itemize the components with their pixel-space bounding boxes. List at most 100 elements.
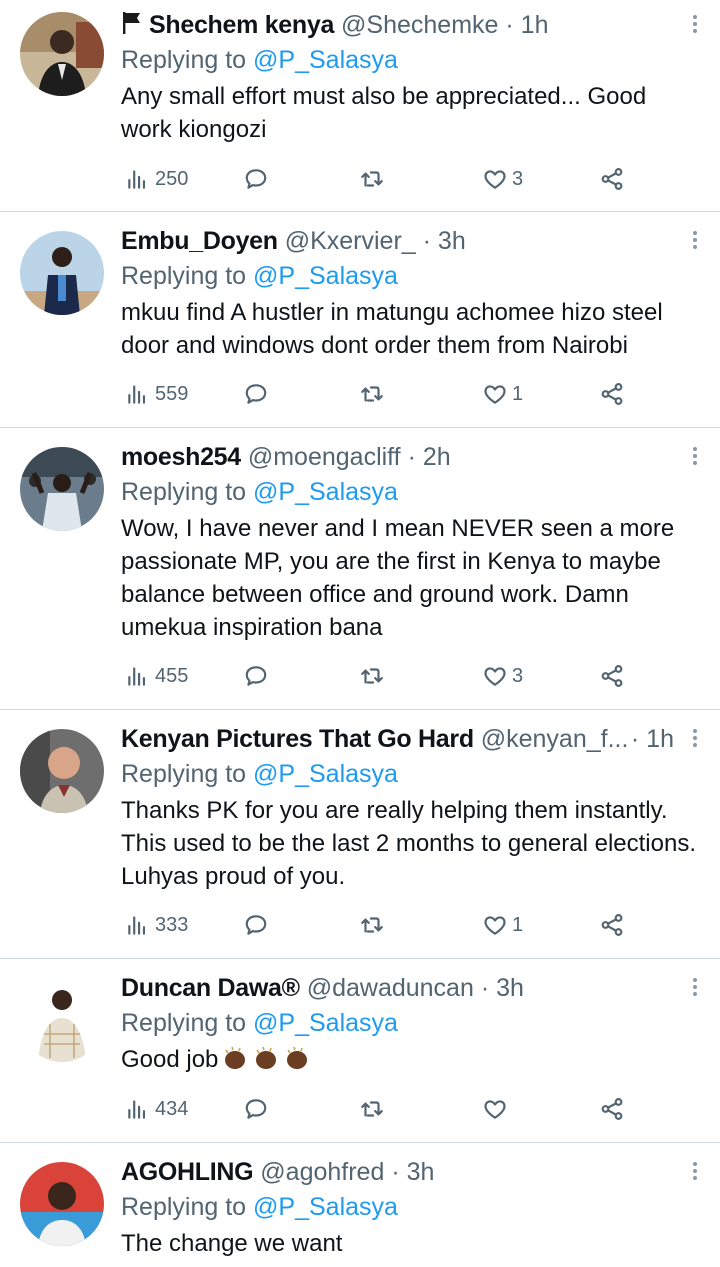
- clapping-hands-icon: [225, 1046, 246, 1069]
- handle[interactable]: @dawaduncan: [307, 974, 474, 1002]
- tweet-header: moesh254 @moengacliff · 2h: [121, 440, 700, 474]
- mention-link[interactable]: @P_Salasya: [253, 1193, 398, 1221]
- timestamp[interactable]: · 3h: [423, 227, 466, 255]
- reply-button[interactable]: [243, 1089, 269, 1129]
- views-button[interactable]: 434: [125, 1089, 188, 1129]
- tweet-header: Shechem kenya @Shechemke · 1h: [121, 8, 700, 42]
- like-count: 1: [512, 382, 524, 405]
- tweet-text: Wow, I have never and I mean NEVER seen …: [121, 515, 675, 641]
- reply-button[interactable]: [243, 656, 269, 696]
- tweet-text: Any small effort must also be appreciate…: [121, 83, 647, 143]
- like-button[interactable]: 3: [482, 159, 523, 199]
- reply-icon: [243, 381, 269, 407]
- views-icon: [125, 1096, 151, 1122]
- replying-to: Replying to @P_Salasya: [121, 1193, 398, 1221]
- handle[interactable]: @Shechemke: [341, 11, 498, 39]
- share-button[interactable]: [599, 374, 625, 414]
- reply-button[interactable]: [243, 159, 269, 199]
- tweet[interactable]: Kenyan Pictures That Go Hard @kenyan_f..…: [0, 710, 720, 959]
- handle[interactable]: @moengacliff: [248, 443, 401, 471]
- more-options-icon[interactable]: [690, 444, 700, 468]
- tweet-text-row: Good job: [121, 1043, 700, 1076]
- black-flag-icon: [123, 12, 140, 34]
- like-count: 3: [512, 664, 524, 687]
- views-count: 559: [155, 382, 189, 405]
- more-options-icon[interactable]: [690, 975, 700, 999]
- like-button[interactable]: 1: [482, 374, 523, 414]
- like-count: 3: [512, 167, 524, 190]
- display-name[interactable]: Kenyan Pictures That Go Hard: [121, 725, 474, 753]
- share-button[interactable]: [599, 656, 625, 696]
- avatar[interactable]: [20, 447, 104, 531]
- reply-button[interactable]: [243, 374, 269, 414]
- handle[interactable]: @Kxervier_: [285, 227, 416, 255]
- share-button[interactable]: [599, 905, 625, 945]
- heart-icon: [482, 1096, 508, 1122]
- replying-to: Replying to @P_Salasya: [121, 760, 398, 788]
- display-name[interactable]: moesh254: [121, 443, 241, 471]
- retweet-button[interactable]: [359, 905, 385, 945]
- replying-to: Replying to @P_Salasya: [121, 262, 398, 290]
- tweet-text: Good job: [121, 1046, 219, 1073]
- reply-button[interactable]: [243, 905, 269, 945]
- more-options-icon[interactable]: [690, 726, 700, 750]
- action-bar: 455 3: [121, 656, 700, 696]
- timestamp[interactable]: · 3h: [391, 1158, 434, 1186]
- tweet[interactable]: AGOHLING @agohfred · 3h Replying to @P_S…: [0, 1143, 720, 1267]
- mention-link[interactable]: @P_Salasya: [253, 46, 398, 74]
- views-count: 250: [155, 167, 189, 190]
- clapping-hands-icon: [287, 1046, 308, 1069]
- tweet[interactable]: Duncan Dawa® @dawaduncan · 3h Replying t…: [0, 959, 720, 1143]
- more-options-icon[interactable]: [690, 12, 700, 36]
- reply-icon: [243, 166, 269, 192]
- like-button[interactable]: 3: [482, 656, 523, 696]
- action-bar: 434: [121, 1089, 700, 1129]
- tweet[interactable]: moesh254 @moengacliff · 2h Replying to @…: [0, 428, 720, 710]
- timestamp[interactable]: · 1h: [505, 11, 548, 39]
- share-button[interactable]: [599, 1089, 625, 1129]
- avatar[interactable]: [20, 231, 104, 315]
- display-name[interactable]: Duncan Dawa®: [121, 974, 300, 1002]
- reply-icon: [243, 912, 269, 938]
- more-options-icon[interactable]: [690, 1159, 700, 1183]
- retweet-button[interactable]: [359, 159, 385, 199]
- mention-link[interactable]: @P_Salasya: [253, 262, 398, 290]
- share-icon: [599, 663, 625, 689]
- mention-link[interactable]: @P_Salasya: [253, 760, 398, 788]
- handle[interactable]: @agohfred: [260, 1158, 384, 1186]
- display-name[interactable]: Embu_Doyen: [121, 227, 278, 255]
- avatar[interactable]: [20, 729, 104, 813]
- views-icon: [125, 381, 151, 407]
- tweet-text: The change we want: [121, 1230, 343, 1257]
- avatar[interactable]: [20, 12, 104, 96]
- views-button[interactable]: 455: [125, 656, 188, 696]
- views-button[interactable]: 559: [125, 374, 188, 414]
- avatar[interactable]: [20, 978, 104, 1062]
- tweet[interactable]: Shechem kenya @Shechemke · 1h Replying t…: [0, 0, 720, 212]
- avatar[interactable]: [20, 1162, 104, 1246]
- like-button[interactable]: [482, 1089, 512, 1129]
- retweet-icon: [359, 663, 385, 689]
- timestamp[interactable]: · 1h: [631, 722, 674, 756]
- views-button[interactable]: 333: [125, 905, 188, 945]
- heart-icon: [482, 663, 508, 689]
- mention-link[interactable]: @P_Salasya: [253, 1009, 398, 1037]
- share-button[interactable]: [599, 159, 625, 199]
- retweet-icon: [359, 166, 385, 192]
- views-button[interactable]: 250: [125, 159, 188, 199]
- timestamp[interactable]: · 2h: [408, 443, 451, 471]
- display-name[interactable]: AGOHLING: [121, 1158, 254, 1186]
- handle[interactable]: @kenyan_f...: [481, 725, 629, 753]
- share-icon: [599, 381, 625, 407]
- tweet[interactable]: Embu_Doyen @Kxervier_ · 3h Replying to @…: [0, 212, 720, 428]
- timestamp[interactable]: · 3h: [481, 974, 524, 1002]
- display-name[interactable]: Shechem kenya: [149, 11, 334, 39]
- tweet-header: Kenyan Pictures That Go Hard @kenyan_f..…: [121, 722, 700, 756]
- retweet-button[interactable]: [359, 656, 385, 696]
- like-button[interactable]: 1: [482, 905, 523, 945]
- like-count: 1: [512, 913, 524, 936]
- more-options-icon[interactable]: [690, 228, 700, 252]
- retweet-button[interactable]: [359, 1089, 385, 1129]
- retweet-button[interactable]: [359, 374, 385, 414]
- mention-link[interactable]: @P_Salasya: [253, 478, 398, 506]
